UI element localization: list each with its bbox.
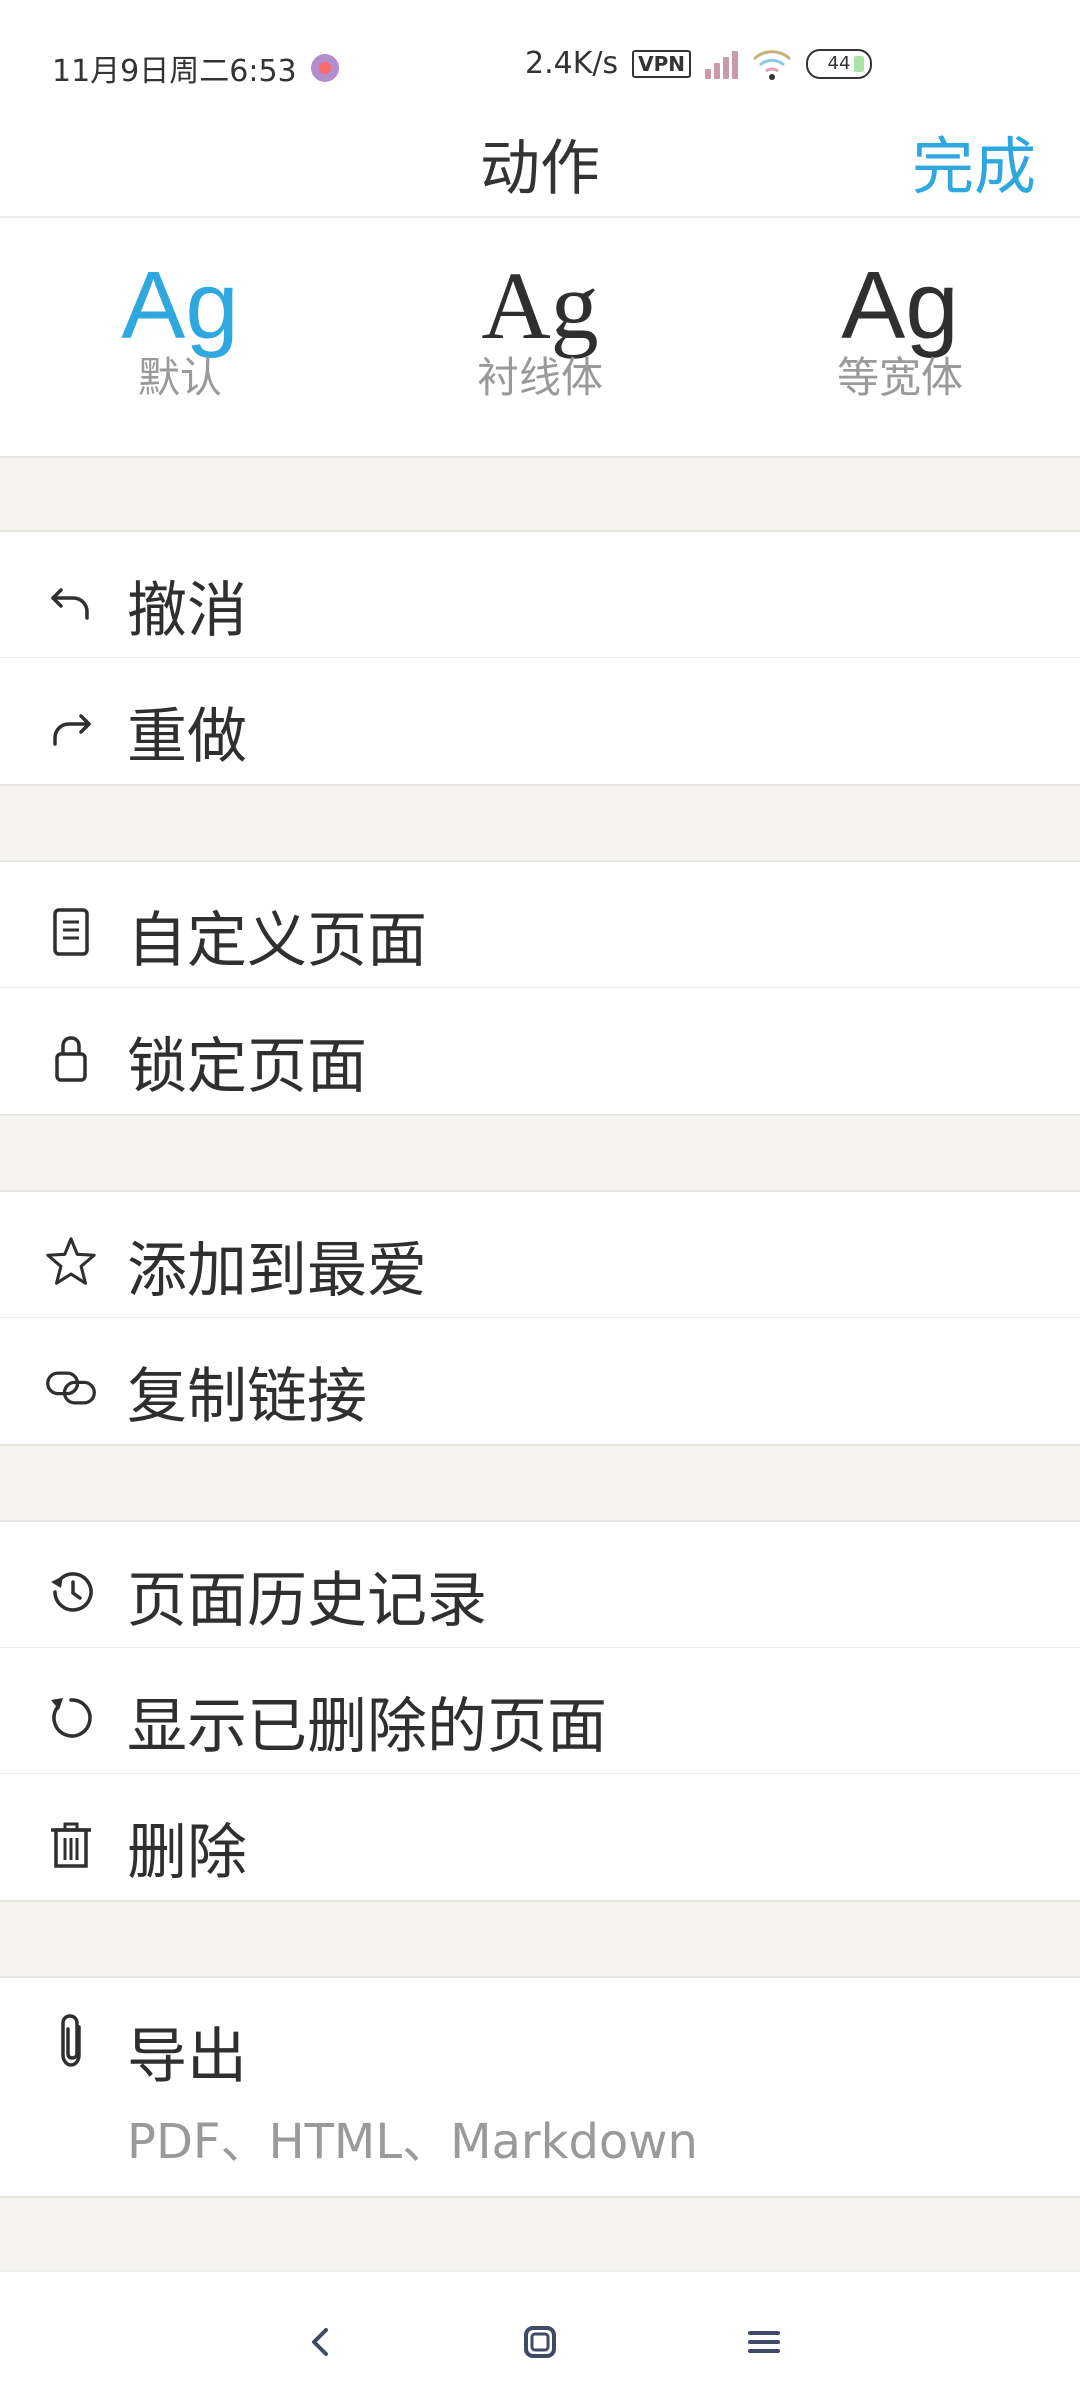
signal-icon	[705, 49, 738, 79]
paperclip-icon	[44, 2014, 98, 2068]
restore-icon	[44, 1691, 98, 1745]
done-button[interactable]: 完成	[912, 116, 1036, 206]
show-deleted-label: 显示已删除的页面	[127, 1692, 607, 1762]
link-icon	[44, 1361, 98, 1415]
app-notification-icon	[310, 54, 339, 82]
lock-page-row[interactable]: 锁定页面	[0, 988, 1080, 1114]
page-icon	[44, 905, 98, 959]
font-sample: Ag	[121, 252, 239, 359]
export-label: 导出	[127, 2022, 247, 2092]
customize-page-row[interactable]: 自定义页面	[0, 862, 1080, 989]
copy-link-label: 复制链接	[127, 1362, 367, 1432]
font-sample: Ag	[841, 252, 959, 359]
font-name: 默认	[137, 353, 222, 402]
page-history-row[interactable]: 页面历史记录	[0, 1522, 1080, 1649]
add-favorite-label: 添加到最爱	[127, 1236, 427, 1306]
nav-header: 动作 完成	[0, 100, 1080, 218]
export-formats: PDF、HTML、Markdown	[127, 2114, 698, 2170]
delete-label: 删除	[127, 1818, 247, 1888]
star-icon	[44, 1235, 98, 1289]
network-speed: 2.4K/s	[525, 46, 619, 81]
status-left: 11月9日周二6:53	[52, 46, 339, 90]
lock-icon	[44, 1031, 98, 1085]
battery-level: 44	[827, 52, 851, 74]
page-history-label: 页面历史记录	[127, 1566, 487, 1636]
redo-row[interactable]: 重做	[0, 658, 1080, 784]
section-gap	[0, 784, 1080, 862]
undo-icon	[44, 575, 98, 629]
export-row[interactable]: 导出 PDF、HTML、Markdown	[0, 1978, 1080, 2196]
system-nav-bar	[0, 2270, 1080, 2400]
redo-label: 重做	[127, 702, 247, 772]
font-option-serif[interactable]: Ag 衬线体	[420, 258, 660, 405]
font-option-mono[interactable]: Ag 等宽体	[780, 258, 1020, 405]
font-option-default[interactable]: Ag 默认	[60, 258, 300, 405]
status-bar: 11月9日周二6:53 2.4K/s VPN 44	[0, 0, 1080, 100]
actions-screen: 11月9日周二6:53 2.4K/s VPN 44 动作 完成 Ag 默认 Ag…	[0, 0, 1080, 2400]
undo-row[interactable]: 撤消	[0, 532, 1080, 659]
status-right: 2.4K/s VPN 44	[525, 46, 872, 81]
trash-icon	[44, 1817, 98, 1871]
undo-label: 撤消	[127, 576, 247, 646]
add-favorite-row[interactable]: 添加到最爱	[0, 1192, 1080, 1319]
show-deleted-row[interactable]: 显示已删除的页面	[0, 1648, 1080, 1775]
section-gap	[0, 2196, 1080, 2270]
font-picker: Ag 默认 Ag 衬线体 Ag 等宽体	[0, 218, 1080, 458]
delete-row[interactable]: 删除	[0, 1774, 1080, 1900]
battery-icon: 44	[806, 48, 872, 79]
lock-page-label: 锁定页面	[127, 1032, 367, 1102]
history-icon	[44, 1565, 98, 1619]
font-name: 等宽体	[836, 353, 963, 402]
menu-icon[interactable]	[734, 2312, 794, 2372]
back-icon[interactable]	[290, 2312, 350, 2372]
section-gap	[0, 456, 1080, 532]
vpn-badge: VPN	[632, 49, 691, 78]
font-name: 衬线体	[476, 353, 603, 402]
section-gap	[0, 1444, 1080, 1522]
section-gap	[0, 1900, 1080, 1978]
section-gap	[0, 1114, 1080, 1192]
status-time: 11月9日周二6:53	[52, 54, 297, 89]
redo-icon	[44, 701, 98, 755]
home-icon[interactable]	[510, 2312, 570, 2372]
customize-page-label: 自定义页面	[127, 906, 427, 976]
wifi-icon	[752, 49, 792, 80]
copy-link-row[interactable]: 复制链接	[0, 1318, 1080, 1444]
font-sample: Ag	[481, 252, 599, 359]
